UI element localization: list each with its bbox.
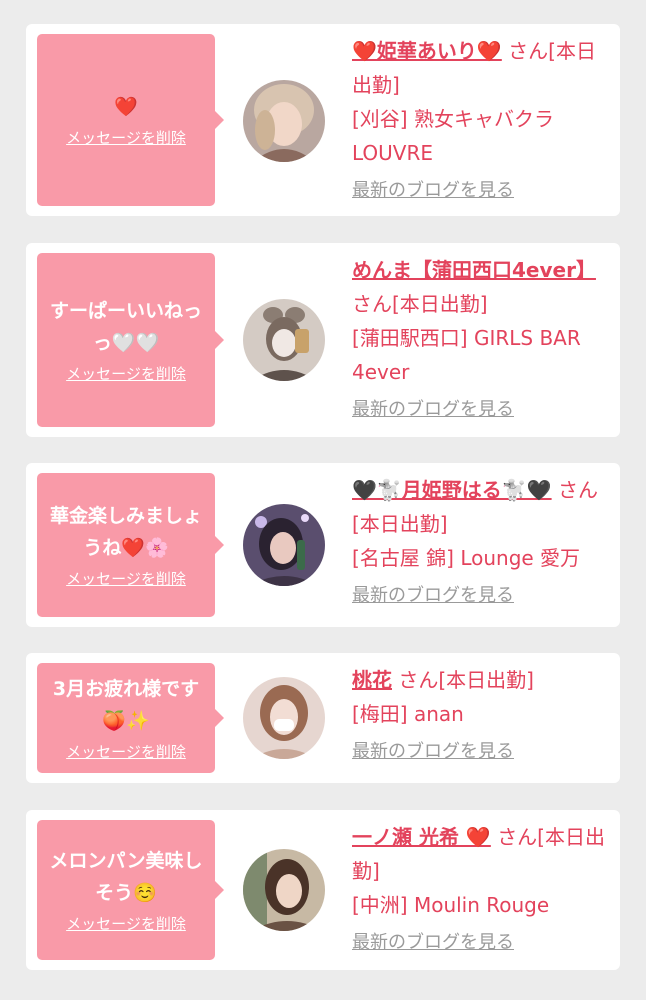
message-text: メロンパン美味しそう☺️ xyxy=(49,850,203,904)
cast-status: さん[本日出勤] xyxy=(352,292,488,316)
cast-info: ❤️姫華あいり❤️ さん[本日出勤] [刈谷] 熟女キャバクラ LOUVRE 最… xyxy=(352,34,608,208)
shop-label: [梅田] anan xyxy=(352,702,464,726)
message-card: 華金楽しみましょうね❤️🌸 メッセージを削除 🖤🐩月姫野はる🐩🖤 さん[本日出勤… xyxy=(26,463,620,627)
message-card: ❤️ メッセージを削除 ❤️姫華あいり❤️ さん[本日出勤] [刈谷] 熟女キャ… xyxy=(26,24,620,216)
delete-message-link[interactable]: メッセージを削除 xyxy=(66,363,186,385)
cast-name-link[interactable]: めんま【蒲田西口4ever】 xyxy=(352,258,596,282)
message-card: 3月お疲れ様です🍑✨ メッセージを削除 桃花 さん[本日出勤] [梅田] ana… xyxy=(26,653,620,783)
avatar[interactable] xyxy=(243,504,325,586)
latest-blog-link[interactable]: 最新のブログを見る xyxy=(352,174,514,208)
cast-status: さん[本日出勤] xyxy=(398,668,534,692)
shop-label: [蒲田駅西口] GIRLS BAR 4ever xyxy=(352,326,581,384)
message-text: ❤️ xyxy=(114,96,138,118)
cast-name-link[interactable]: ❤️姫華あいり❤️ xyxy=(352,39,502,63)
latest-blog-link[interactable]: 最新のブログを見る xyxy=(352,579,514,613)
cast-name-link[interactable]: 🖤🐩月姫野はる🐩🖤 xyxy=(352,478,552,502)
message-bubble: すーぱーいいねっっ🤍🤍 メッセージを削除 xyxy=(37,253,224,427)
cast-name-link[interactable]: 桃花 xyxy=(352,668,392,692)
message-bubble: 華金楽しみましょうね❤️🌸 メッセージを削除 xyxy=(37,473,224,617)
avatar[interactable] xyxy=(243,849,325,931)
message-card: メロンパン美味しそう☺️ メッセージを削除 一ノ瀬 光希 ❤️ さん[本日出勤]… xyxy=(26,810,620,970)
latest-blog-link[interactable]: 最新のブログを見る xyxy=(352,735,514,769)
latest-blog-link[interactable]: 最新のブログを見る xyxy=(352,393,514,427)
message-text: 華金楽しみましょうね❤️🌸 xyxy=(49,505,202,559)
shop-label: [中洲] Moulin Rouge xyxy=(352,893,550,917)
shop-label: [名古屋 錦] Lounge 愛万 xyxy=(352,546,581,570)
avatar[interactable] xyxy=(243,80,325,162)
cast-info: 桃花 さん[本日出勤] [梅田] anan 最新のブログを見る xyxy=(352,663,608,769)
cast-info: 一ノ瀬 光希 ❤️ さん[本日出勤] [中洲] Moulin Rouge 最新の… xyxy=(352,820,608,960)
cast-info: 🖤🐩月姫野はる🐩🖤 さん[本日出勤] [名古屋 錦] Lounge 愛万 最新の… xyxy=(352,473,608,613)
delete-message-link[interactable]: メッセージを削除 xyxy=(66,568,186,590)
delete-message-link[interactable]: メッセージを削除 xyxy=(66,741,186,763)
message-bubble: ❤️ メッセージを削除 xyxy=(37,34,224,206)
cast-info: めんま【蒲田西口4ever】 さん[本日出勤] [蒲田駅西口] GIRLS BA… xyxy=(352,253,608,427)
delete-message-link[interactable]: メッセージを削除 xyxy=(66,913,186,935)
message-bubble: メロンパン美味しそう☺️ メッセージを削除 xyxy=(37,820,224,960)
message-bubble: 3月お疲れ様です🍑✨ メッセージを削除 xyxy=(37,663,224,773)
avatar[interactable] xyxy=(243,677,325,759)
message-card: すーぱーいいねっっ🤍🤍 メッセージを削除 めんま【蒲田西口4ever】 さん[本… xyxy=(26,243,620,437)
avatar[interactable] xyxy=(243,299,325,381)
shop-label: [刈谷] 熟女キャバクラ LOUVRE xyxy=(352,107,554,165)
latest-blog-link[interactable]: 最新のブログを見る xyxy=(352,926,514,960)
message-text: すーぱーいいねっっ🤍🤍 xyxy=(49,300,202,354)
cast-name-link[interactable]: 一ノ瀬 光希 ❤️ xyxy=(352,825,491,849)
delete-message-link[interactable]: メッセージを削除 xyxy=(66,127,186,149)
message-text: 3月お疲れ様です🍑✨ xyxy=(52,678,200,732)
